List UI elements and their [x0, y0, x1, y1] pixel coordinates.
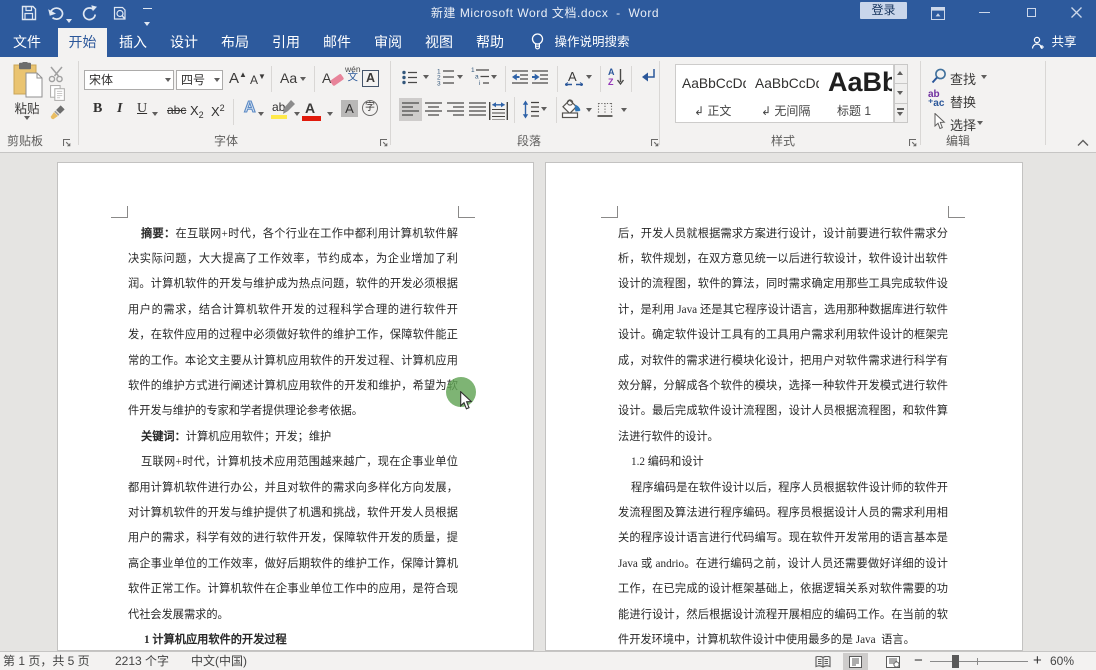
svg-text:3: 3 [437, 81, 441, 87]
svg-text:A: A [608, 67, 615, 77]
svg-text:A: A [568, 69, 577, 84]
svg-text:Z: Z [608, 77, 614, 86]
svg-text:i: i [479, 80, 480, 86]
